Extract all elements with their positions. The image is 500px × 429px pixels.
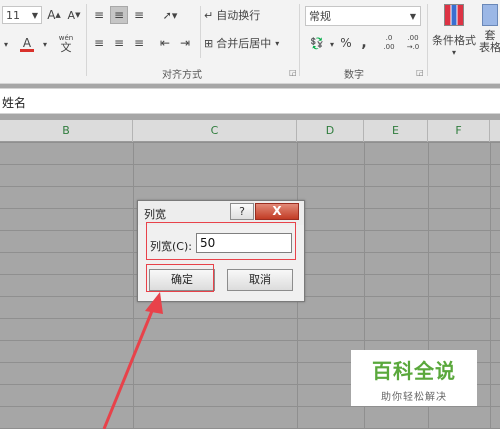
watermark-subtitle: 助你轻松解决 (381, 392, 447, 403)
watermark-title: 百科全说 (372, 359, 456, 383)
watermark-logo: 百科全说 助你轻松解决 (351, 350, 477, 406)
